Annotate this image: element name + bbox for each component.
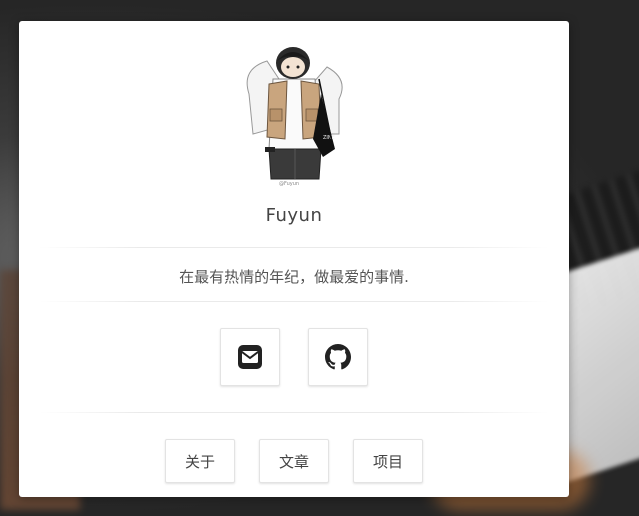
envelope-icon [238, 345, 262, 369]
divider [39, 301, 549, 302]
divider [39, 247, 549, 248]
profile-motto: 在最有热情的年纪，做最爱的事情. [179, 268, 409, 286]
nav-about-button[interactable]: 关于 [165, 439, 235, 483]
avatar: ZINE @Fuyun [239, 39, 349, 187]
nav-posts-button[interactable]: 文章 [259, 439, 329, 483]
avatar-illustration: ZINE @Fuyun [246, 47, 343, 187]
profile-name: Fuyun [265, 205, 323, 226]
github-button[interactable] [308, 328, 368, 386]
github-icon [325, 344, 351, 370]
svg-text:ZINE: ZINE [323, 135, 335, 141]
email-button[interactable] [220, 328, 280, 386]
nav-projects-button[interactable]: 项目 [353, 439, 423, 483]
profile-card: ZINE @Fuyun Fuyun 在最有热情的年纪，做最爱的事情. 关于 文章… [19, 21, 569, 497]
divider [39, 412, 549, 413]
avatar-signature: @Fuyun [279, 181, 299, 187]
